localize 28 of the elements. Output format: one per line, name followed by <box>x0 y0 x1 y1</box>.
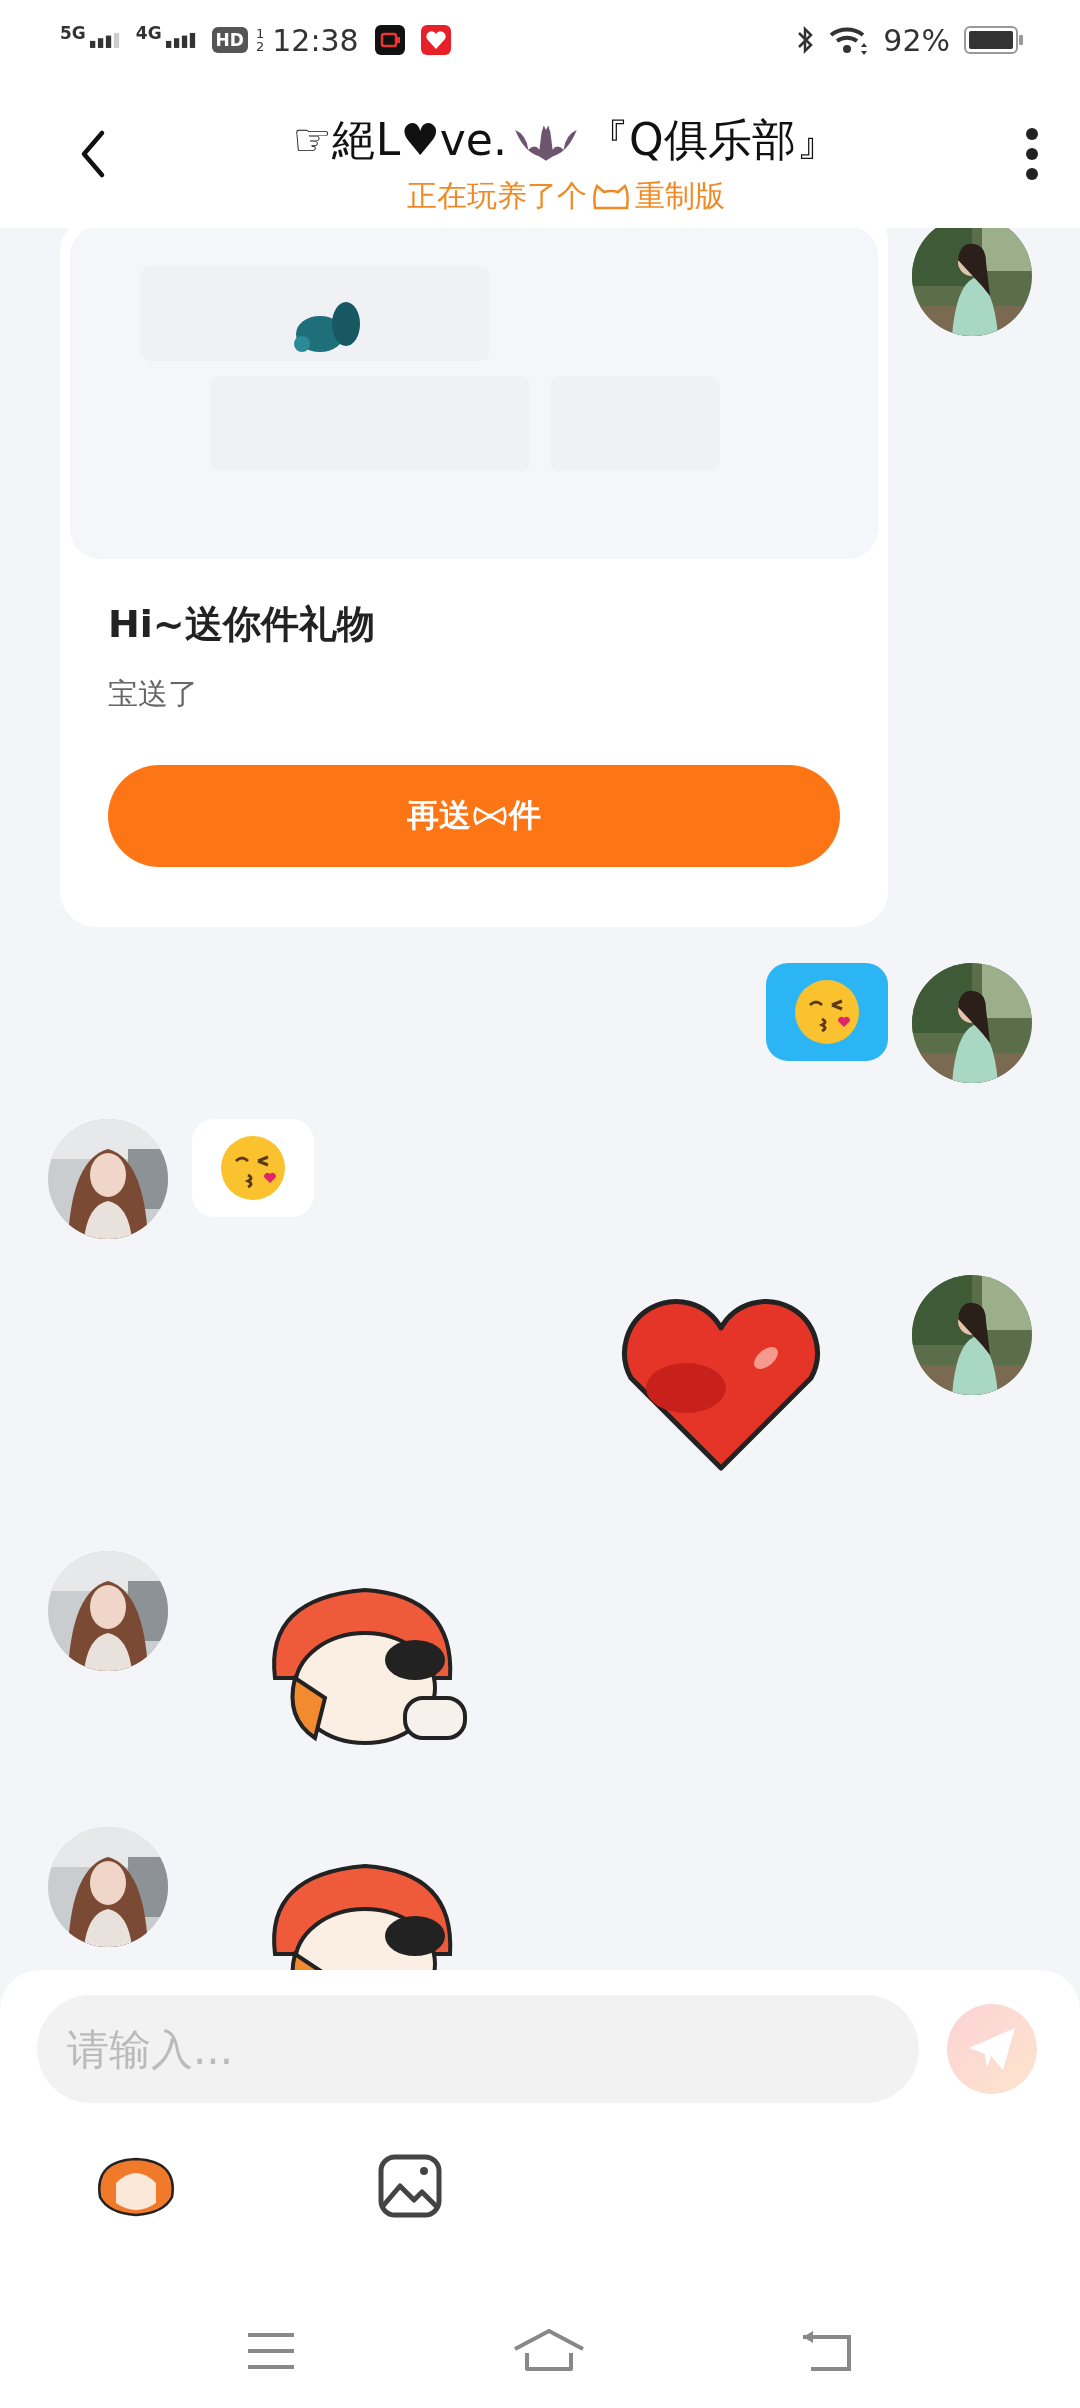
wifi-icon <box>829 25 870 55</box>
bow-icon <box>473 805 507 827</box>
video-app-icon <box>374 25 405 55</box>
sim-label: 1 <box>255 27 265 40</box>
kissing-face-icon <box>218 1133 288 1203</box>
battery-percent: 92% <box>883 22 950 58</box>
send-again-button[interactable]: 再送 件 <box>108 765 840 867</box>
hd-badge: HD <box>211 27 248 53</box>
heart-app-icon <box>420 25 451 55</box>
clock-time: 12:38 <box>272 22 359 58</box>
sim-label: 2 <box>255 40 265 53</box>
chat-subtitle: 正在玩养了个 <box>407 177 587 215</box>
gift-title: Hi~送你件礼物 <box>108 601 376 648</box>
gift-note: 宝送了 <box>108 675 199 713</box>
more-icon[interactable] <box>1024 126 1040 182</box>
battery-icon <box>964 25 1024 55</box>
signal-icon <box>165 32 196 48</box>
chat-title: 『Q俱乐部』 <box>584 113 840 167</box>
menu-icon[interactable] <box>246 2331 296 2371</box>
signal-icon <box>89 32 120 48</box>
chat-subtitle: 重制版 <box>635 177 725 215</box>
home-icon[interactable] <box>512 2329 585 2373</box>
image-icon[interactable] <box>378 2154 442 2218</box>
chat-title: ☞絕L♥ve. <box>292 113 507 167</box>
network-label: 4G <box>135 23 162 43</box>
kissing-face-icon <box>792 977 862 1047</box>
cat-icon <box>591 181 631 212</box>
network-label: 5G <box>60 23 86 43</box>
